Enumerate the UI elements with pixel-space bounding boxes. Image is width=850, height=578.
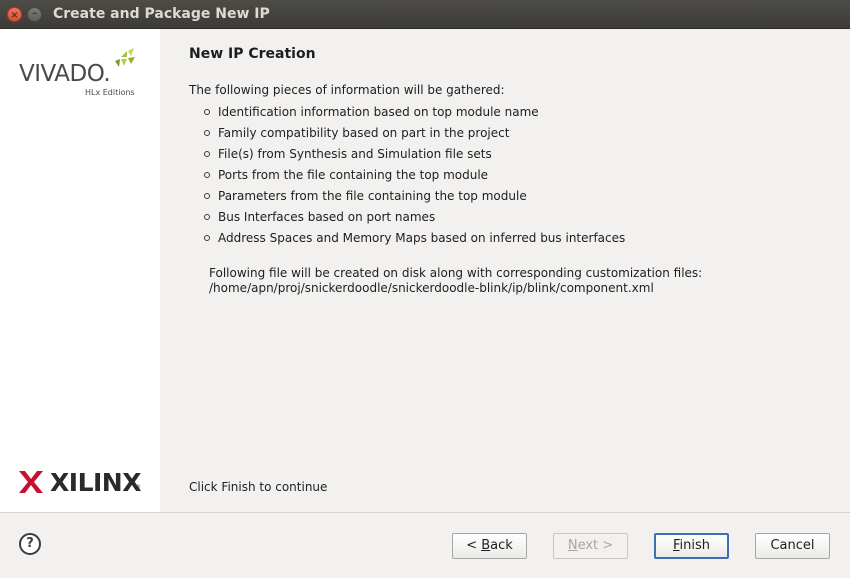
bullet-icon — [204, 130, 210, 136]
list-item: Parameters from the file containing the … — [204, 189, 625, 210]
next-button[interactable]: Next > — [553, 533, 628, 559]
help-icon[interactable]: ? — [19, 533, 41, 555]
xilinx-logo-text: XILINX — [50, 468, 142, 497]
bullet-icon — [204, 214, 210, 220]
vivado-logo-subtext: HLx Editions — [85, 88, 135, 97]
button-bar: ? < Back Next > Finish Cancel — [0, 512, 850, 578]
component-file-path: /home/apn/proj/snickerdoodle/snickerdood… — [209, 281, 654, 295]
xilinx-registered-mark: ® — [135, 484, 141, 491]
list-item: File(s) from Synthesis and Simulation fi… — [204, 147, 625, 168]
sidebar: VIVADO. HLx Editions XILINX ® — [0, 29, 160, 512]
list-item: Ports from the file containing the top m… — [204, 168, 625, 189]
list-item-text: Address Spaces and Memory Maps based on … — [218, 231, 626, 245]
bullet-icon — [204, 193, 210, 199]
list-item-text: Ports from the file containing the top m… — [218, 168, 489, 182]
bullet-icon — [204, 172, 210, 178]
intro-text: The following pieces of information will… — [189, 83, 505, 97]
bullet-icon — [204, 151, 210, 157]
note-line-1: Following file will be created on disk a… — [209, 266, 703, 280]
back-label-rest: ack — [490, 538, 513, 553]
vivado-logo: VIVADO. HLx Editions — [19, 47, 144, 99]
back-prefix: < — [466, 538, 482, 553]
finish-label-rest: inish — [679, 538, 711, 553]
info-list: Identification information based on top … — [204, 105, 625, 252]
list-item-text: Parameters from the file containing the … — [218, 189, 527, 203]
window-title: Create and Package New IP — [53, 6, 270, 22]
list-item-text: Bus Interfaces based on port names — [218, 210, 436, 224]
vivado-logo-text: VIVADO. — [19, 61, 111, 87]
finish-button[interactable]: Finish — [654, 533, 729, 559]
back-mnemonic: B — [481, 538, 491, 553]
back-button[interactable]: < Back — [452, 533, 527, 559]
xilinx-mark-icon — [19, 471, 43, 493]
bullet-icon — [204, 235, 210, 241]
page-title: New IP Creation — [189, 46, 316, 62]
list-item-text: File(s) from Synthesis and Simulation fi… — [218, 147, 492, 161]
wizard-content: New IP Creation The following pieces of … — [160, 29, 850, 512]
next-label-rest: ext > — [577, 538, 614, 553]
list-item: Bus Interfaces based on port names — [204, 210, 625, 231]
list-item: Identification information based on top … — [204, 105, 625, 126]
output-file-note: Following file will be created on disk a… — [209, 266, 702, 296]
minimize-icon[interactable]: – — [27, 7, 42, 22]
list-item: Family compatibility based on part in th… — [204, 126, 625, 147]
vivado-leaf-icon — [115, 48, 135, 67]
bullet-icon — [204, 109, 210, 115]
title-bar: × – Create and Package New IP — [0, 0, 850, 29]
list-item-text: Family compatibility based on part in th… — [218, 126, 510, 140]
cancel-button[interactable]: Cancel — [755, 533, 830, 559]
next-mnemonic: N — [567, 538, 578, 553]
xilinx-logo: XILINX ® — [19, 468, 144, 497]
list-item: Address Spaces and Memory Maps based on … — [204, 231, 625, 252]
footer-instruction: Click Finish to continue — [189, 480, 328, 494]
list-item-text: Identification information based on top … — [218, 105, 539, 119]
close-icon[interactable]: × — [7, 7, 22, 22]
